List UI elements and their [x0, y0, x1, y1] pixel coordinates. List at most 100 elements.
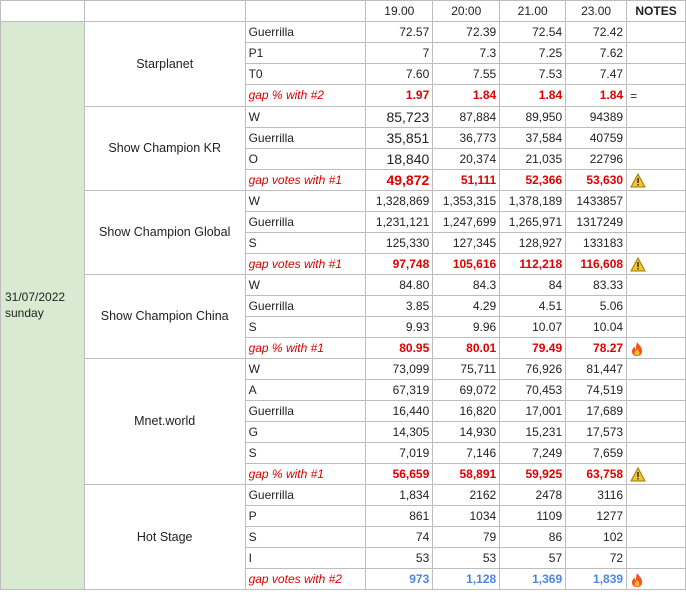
group-show-champion-global[interactable]: Show Champion Global [83, 189, 246, 275]
value-cell[interactable]: 72.39 [432, 21, 501, 43]
value-cell[interactable]: 18,840 [365, 147, 434, 170]
value-cell[interactable]: 17,573 [565, 420, 628, 443]
value-cell[interactable]: 84.80 [365, 273, 434, 296]
note-cell[interactable] [626, 126, 686, 149]
row-label[interactable]: S [244, 315, 367, 338]
value-cell[interactable]: 89,950 [499, 105, 567, 128]
note-cell[interactable] [626, 273, 686, 296]
gap-label[interactable]: gap % with #2 [244, 84, 367, 107]
note-cell[interactable] [626, 42, 686, 64]
value-cell[interactable]: 128,927 [499, 231, 567, 254]
value-cell[interactable]: 53 [432, 546, 501, 569]
value-cell[interactable]: 1433857 [565, 189, 628, 212]
row-label[interactable]: P1 [244, 42, 367, 64]
value-cell[interactable]: 17,001 [499, 399, 567, 422]
gap-label[interactable]: gap votes with #2 [244, 567, 367, 590]
value-cell[interactable]: 75,711 [432, 357, 501, 380]
value-cell[interactable]: 86 [499, 525, 567, 548]
value-cell[interactable]: 70,453 [499, 378, 567, 401]
value-cell[interactable]: 7.47 [565, 63, 628, 85]
gap-value[interactable]: 105,616 [432, 252, 501, 275]
row-label[interactable]: Guerrilla [244, 210, 367, 233]
row-label[interactable]: O [244, 147, 367, 170]
row-label[interactable]: Guerrilla [244, 126, 367, 149]
gap-label[interactable]: gap votes with #1 [244, 252, 367, 275]
gap-value[interactable]: 80.01 [432, 336, 501, 359]
row-label[interactable]: S [244, 525, 367, 548]
header-empty-cell[interactable] [244, 0, 367, 22]
gap-value[interactable]: 112,218 [499, 252, 567, 275]
gap-value[interactable]: 63,758 [565, 462, 628, 485]
value-cell[interactable]: 35,851 [365, 126, 434, 149]
gap-value[interactable]: 79.49 [499, 336, 567, 359]
row-label[interactable]: W [244, 357, 367, 380]
note-cell[interactable] [626, 462, 686, 485]
header-empty-cell[interactable] [0, 0, 85, 22]
note-cell[interactable]: = [626, 84, 686, 107]
value-cell[interactable]: 133183 [565, 231, 628, 254]
value-cell[interactable]: 7,146 [432, 441, 501, 464]
row-label[interactable]: S [244, 441, 367, 464]
value-cell[interactable]: 14,930 [432, 420, 501, 443]
value-cell[interactable]: 1034 [432, 504, 501, 527]
value-cell[interactable]: 87,884 [432, 105, 501, 128]
note-cell[interactable] [626, 294, 686, 317]
note-cell[interactable] [626, 210, 686, 233]
value-cell[interactable]: 7.60 [365, 63, 434, 85]
value-cell[interactable]: 76,926 [499, 357, 567, 380]
gap-value[interactable]: 1,369 [499, 567, 567, 590]
value-cell[interactable]: 7.25 [499, 42, 567, 64]
note-cell[interactable] [626, 63, 686, 85]
value-cell[interactable]: 83.33 [565, 273, 628, 296]
note-cell[interactable] [626, 21, 686, 43]
note-cell[interactable] [626, 252, 686, 275]
header-notes[interactable]: NOTES [626, 0, 686, 22]
note-cell[interactable] [626, 525, 686, 548]
value-cell[interactable]: 40759 [565, 126, 628, 149]
note-cell[interactable] [626, 420, 686, 443]
value-cell[interactable]: 7,659 [565, 441, 628, 464]
group-show-champion-china[interactable]: Show Champion China [83, 273, 246, 359]
value-cell[interactable]: 74 [365, 525, 434, 548]
value-cell[interactable]: 84 [499, 273, 567, 296]
value-cell[interactable]: 7.55 [432, 63, 501, 85]
value-cell[interactable]: 1317249 [565, 210, 628, 233]
value-cell[interactable]: 102 [565, 525, 628, 548]
gap-value[interactable]: 1.84 [432, 84, 501, 107]
value-cell[interactable]: 72 [565, 546, 628, 569]
gap-label[interactable]: gap votes with #1 [244, 168, 367, 191]
value-cell[interactable]: 84.3 [432, 273, 501, 296]
note-cell[interactable] [626, 231, 686, 254]
value-cell[interactable]: 9.96 [432, 315, 501, 338]
note-cell[interactable] [626, 504, 686, 527]
gap-value[interactable]: 1.84 [565, 84, 628, 107]
group-hot-stage[interactable]: Hot Stage [83, 483, 246, 590]
row-label[interactable]: Guerrilla [244, 21, 367, 43]
note-cell[interactable] [626, 546, 686, 569]
value-cell[interactable]: 7,249 [499, 441, 567, 464]
value-cell[interactable]: 125,330 [365, 231, 434, 254]
row-label[interactable]: Guerrilla [244, 294, 367, 317]
group-mnet-world[interactable]: Mnet.world [83, 357, 246, 485]
group-starplanet[interactable]: Starplanet [83, 21, 246, 107]
gap-value[interactable]: 1.97 [365, 84, 434, 107]
value-cell[interactable]: 4.29 [432, 294, 501, 317]
gap-value[interactable]: 53,630 [565, 168, 628, 191]
value-cell[interactable]: 20,374 [432, 147, 501, 170]
header-time-1[interactable]: 19.00 [365, 0, 434, 22]
gap-value[interactable]: 1.84 [499, 84, 567, 107]
value-cell[interactable]: 2162 [432, 483, 501, 506]
row-label[interactable]: T0 [244, 63, 367, 85]
value-cell[interactable]: 127,345 [432, 231, 501, 254]
value-cell[interactable]: 16,440 [365, 399, 434, 422]
note-cell[interactable] [626, 168, 686, 191]
gap-value[interactable]: 1,128 [432, 567, 501, 590]
value-cell[interactable]: 1,231,121 [365, 210, 434, 233]
value-cell[interactable]: 57 [499, 546, 567, 569]
value-cell[interactable]: 3116 [565, 483, 628, 506]
value-cell[interactable]: 1,378,189 [499, 189, 567, 212]
value-cell[interactable]: 861 [365, 504, 434, 527]
value-cell[interactable]: 72.42 [565, 21, 628, 43]
gap-value[interactable]: 80.95 [365, 336, 434, 359]
value-cell[interactable]: 36,773 [432, 126, 501, 149]
